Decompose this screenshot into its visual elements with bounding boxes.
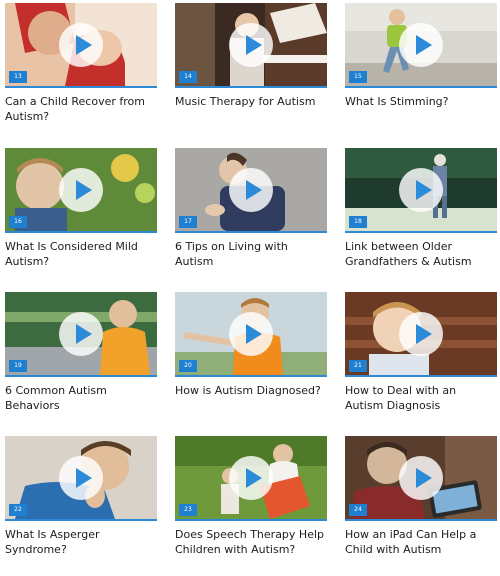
video-title[interactable]: Can a Child Recover from Autism?: [5, 94, 157, 124]
video-number-badge: 18: [349, 216, 367, 228]
video-number-badge: 24: [349, 504, 367, 516]
video-thumbnail[interactable]: 23: [175, 436, 327, 521]
video-number-badge: 22: [9, 504, 27, 516]
video-thumbnail[interactable]: 13: [5, 3, 157, 88]
play-icon[interactable]: [229, 312, 273, 356]
play-icon[interactable]: [399, 168, 443, 212]
video-card[interactable]: 18 Link between Older Grandfathers & Aut…: [345, 148, 497, 288]
video-number-badge: 17: [179, 216, 197, 228]
video-number-badge: 21: [349, 360, 367, 372]
video-thumbnail[interactable]: 19: [5, 292, 157, 377]
play-icon[interactable]: [229, 168, 273, 212]
play-icon[interactable]: [399, 312, 443, 356]
video-card[interactable]: 24 How an iPad Can Help a Child with Aut…: [345, 436, 497, 576]
video-number-badge: 14: [179, 71, 197, 83]
video-thumbnail[interactable]: 20: [175, 292, 327, 377]
video-card[interactable]: 14 Music Therapy for Autism: [175, 3, 327, 143]
video-card[interactable]: 21 How to Deal with an Autism Diagnosis: [345, 292, 497, 432]
video-title[interactable]: How an iPad Can Help a Child with Autism: [345, 527, 497, 557]
play-icon[interactable]: [229, 456, 273, 500]
video-number-badge: 15: [349, 71, 367, 83]
video-thumbnail[interactable]: 24: [345, 436, 497, 521]
video-title[interactable]: What Is Stimming?: [345, 94, 497, 109]
video-title[interactable]: How is Autism Diagnosed?: [175, 383, 327, 398]
video-card[interactable]: 23 Does Speech Therapy Help Children wit…: [175, 436, 327, 576]
video-title[interactable]: Does Speech Therapy Help Children with A…: [175, 527, 327, 557]
video-title[interactable]: Link between Older Grandfathers & Autism: [345, 239, 497, 269]
video-title[interactable]: What Is Asperger Syndrome?: [5, 527, 157, 557]
play-icon[interactable]: [59, 23, 103, 67]
video-title[interactable]: Music Therapy for Autism: [175, 94, 327, 109]
video-title[interactable]: 6 Common Autism Behaviors: [5, 383, 157, 413]
video-card[interactable]: 20 How is Autism Diagnosed?: [175, 292, 327, 432]
play-icon[interactable]: [59, 456, 103, 500]
video-number-badge: 16: [9, 216, 27, 228]
play-icon[interactable]: [399, 23, 443, 67]
video-thumbnail[interactable]: 16: [5, 148, 157, 233]
play-icon[interactable]: [59, 312, 103, 356]
video-card[interactable]: 17 6 Tips on Living with Autism: [175, 148, 327, 288]
video-thumbnail[interactable]: 14: [175, 3, 327, 88]
video-number-badge: 13: [9, 71, 27, 83]
video-title[interactable]: What Is Considered Mild Autism?: [5, 239, 157, 269]
play-icon[interactable]: [399, 456, 443, 500]
video-number-badge: 20: [179, 360, 197, 372]
video-card[interactable]: 19 6 Common Autism Behaviors: [5, 292, 157, 432]
video-title[interactable]: How to Deal with an Autism Diagnosis: [345, 383, 497, 413]
play-icon[interactable]: [229, 23, 273, 67]
video-grid: 13 Can a Child Recover from Autism? 14 M…: [0, 0, 500, 556]
play-icon[interactable]: [59, 168, 103, 212]
video-number-badge: 23: [179, 504, 197, 516]
video-thumbnail[interactable]: 17: [175, 148, 327, 233]
video-thumbnail[interactable]: 21: [345, 292, 497, 377]
video-thumbnail[interactable]: 18: [345, 148, 497, 233]
video-card[interactable]: 13 Can a Child Recover from Autism?: [5, 3, 157, 143]
video-thumbnail[interactable]: 15: [345, 3, 497, 88]
video-card[interactable]: 15 What Is Stimming?: [345, 3, 497, 143]
video-card[interactable]: 22 What Is Asperger Syndrome?: [5, 436, 157, 576]
video-card[interactable]: 16 What Is Considered Mild Autism?: [5, 148, 157, 288]
video-thumbnail[interactable]: 22: [5, 436, 157, 521]
video-number-badge: 19: [9, 360, 27, 372]
video-title[interactable]: 6 Tips on Living with Autism: [175, 239, 327, 269]
